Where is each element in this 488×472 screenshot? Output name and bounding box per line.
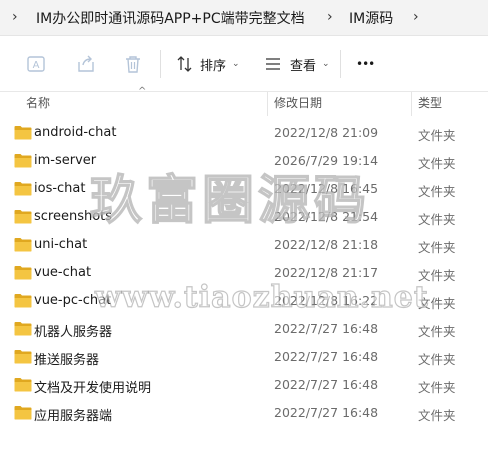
file-name: 推送服务器 <box>34 353 100 368</box>
file-name: screenshots <box>34 209 113 224</box>
file-type: 文件夹 <box>418 240 456 255</box>
sort-button[interactable]: 排序 ⌄ <box>176 52 240 76</box>
file-type: 文件夹 <box>418 352 456 367</box>
file-name: vue-chat <box>34 265 92 280</box>
view-label: 查看 <box>290 58 317 74</box>
sort-label: 排序 <box>200 58 227 74</box>
table-row[interactable]: vue-chat 2022/12/8 21:17 文件夹 <box>0 259 488 287</box>
table-row[interactable]: 机器人服务器 2022/7/27 16:48 文件夹 <box>0 315 488 343</box>
table-row[interactable]: ios-chat 2022/12/8 16:45 文件夹 <box>0 175 488 203</box>
file-date: 2022/7/27 16:48 <box>274 349 379 364</box>
table-row[interactable]: im-server 2026/7/29 19:14 文件夹 <box>0 147 488 175</box>
file-date: 2022/12/8 21:09 <box>274 125 379 140</box>
more-options-button[interactable]: ••• <box>356 52 375 76</box>
column-header: ^ 名称 修改日期 类型 <box>0 86 488 116</box>
folder-icon <box>14 210 32 224</box>
toolbar-divider <box>340 50 341 78</box>
breadcrumb: › IM办公即时通讯源码APP+PC端带完整文档 › IM源码 › <box>0 0 488 36</box>
folder-icon <box>14 266 32 280</box>
share-icon[interactable] <box>76 54 96 74</box>
column-resize-handle[interactable] <box>267 92 268 116</box>
file-name: 机器人服务器 <box>34 325 113 340</box>
chevron-right-icon[interactable]: › <box>327 9 333 25</box>
column-name-header[interactable]: 名称 <box>26 94 50 111</box>
folder-icon <box>14 322 32 336</box>
file-name: android-chat <box>34 125 117 140</box>
chevron-right-icon[interactable]: › <box>413 9 419 25</box>
sort-icon <box>177 56 192 72</box>
breadcrumb-item-im-source[interactable]: IM源码 <box>349 8 393 28</box>
file-type: 文件夹 <box>418 324 456 339</box>
file-name: uni-chat <box>34 237 88 252</box>
file-type: 文件夹 <box>418 212 456 227</box>
file-name: 应用服务器端 <box>34 409 113 424</box>
file-name: im-server <box>34 153 97 168</box>
table-row[interactable]: vue-pc-chat 2022/12/8 16:22 文件夹 <box>0 287 488 315</box>
table-row[interactable]: 文档及开发使用说明 2022/7/27 16:48 文件夹 <box>0 371 488 399</box>
file-type: 文件夹 <box>418 380 456 395</box>
folder-icon <box>14 238 32 252</box>
file-date: 2022/12/8 16:45 <box>274 181 379 196</box>
chevron-down-icon: ⌄ <box>232 59 240 69</box>
table-row[interactable]: 推送服务器 2022/7/27 16:48 文件夹 <box>0 343 488 371</box>
folder-icon <box>14 154 32 168</box>
file-date: 2022/7/27 16:48 <box>274 321 379 336</box>
file-date: 2022/12/8 21:18 <box>274 237 379 252</box>
table-row[interactable]: android-chat 2022/12/8 21:09 文件夹 <box>0 119 488 147</box>
rename-icon[interactable]: A <box>26 54 46 74</box>
folder-icon <box>14 350 32 364</box>
folder-icon <box>14 294 32 308</box>
command-toolbar: A 排序 ⌄ 查看 ⌄ ••• <box>0 36 488 92</box>
breadcrumb-item-project[interactable]: IM办公即时通讯源码APP+PC端带完整文档 <box>36 8 305 28</box>
file-date: 2022/7/27 16:48 <box>274 405 379 420</box>
view-button[interactable]: 查看 ⌄ <box>264 52 330 76</box>
view-list-icon <box>266 58 280 70</box>
svg-text:A: A <box>33 60 40 71</box>
folder-icon <box>14 406 32 420</box>
file-date: 2026/7/29 19:14 <box>274 153 379 168</box>
file-date: 2022/12/8 21:17 <box>274 265 379 280</box>
file-date: 2022/12/8 21:54 <box>274 209 379 224</box>
file-type: 文件夹 <box>418 268 456 283</box>
file-type: 文件夹 <box>418 408 456 423</box>
folder-icon <box>14 126 32 140</box>
toolbar-divider <box>160 50 161 78</box>
sort-ascending-icon: ^ <box>138 86 147 97</box>
chevron-down-icon: ⌄ <box>322 59 330 69</box>
column-date-header[interactable]: 修改日期 <box>274 94 322 111</box>
column-resize-handle[interactable] <box>411 92 412 116</box>
delete-icon[interactable] <box>123 54 143 74</box>
table-row[interactable]: 应用服务器端 2022/7/27 16:48 文件夹 <box>0 399 488 427</box>
file-type: 文件夹 <box>418 296 456 311</box>
folder-icon <box>14 378 32 392</box>
file-name: ios-chat <box>34 181 86 196</box>
column-type-header[interactable]: 类型 <box>418 94 442 111</box>
file-name: 文档及开发使用说明 <box>34 381 152 396</box>
file-date: 2022/7/27 16:48 <box>274 377 379 392</box>
table-row[interactable]: uni-chat 2022/12/8 21:18 文件夹 <box>0 231 488 259</box>
file-type: 文件夹 <box>418 184 456 199</box>
file-type: 文件夹 <box>418 156 456 171</box>
file-date: 2022/12/8 16:22 <box>274 293 379 308</box>
file-name: vue-pc-chat <box>34 293 112 308</box>
file-type: 文件夹 <box>418 128 456 143</box>
table-row[interactable]: screenshots 2022/12/8 21:54 文件夹 <box>0 203 488 231</box>
folder-icon <box>14 182 32 196</box>
chevron-right-icon[interactable]: › <box>12 9 18 25</box>
